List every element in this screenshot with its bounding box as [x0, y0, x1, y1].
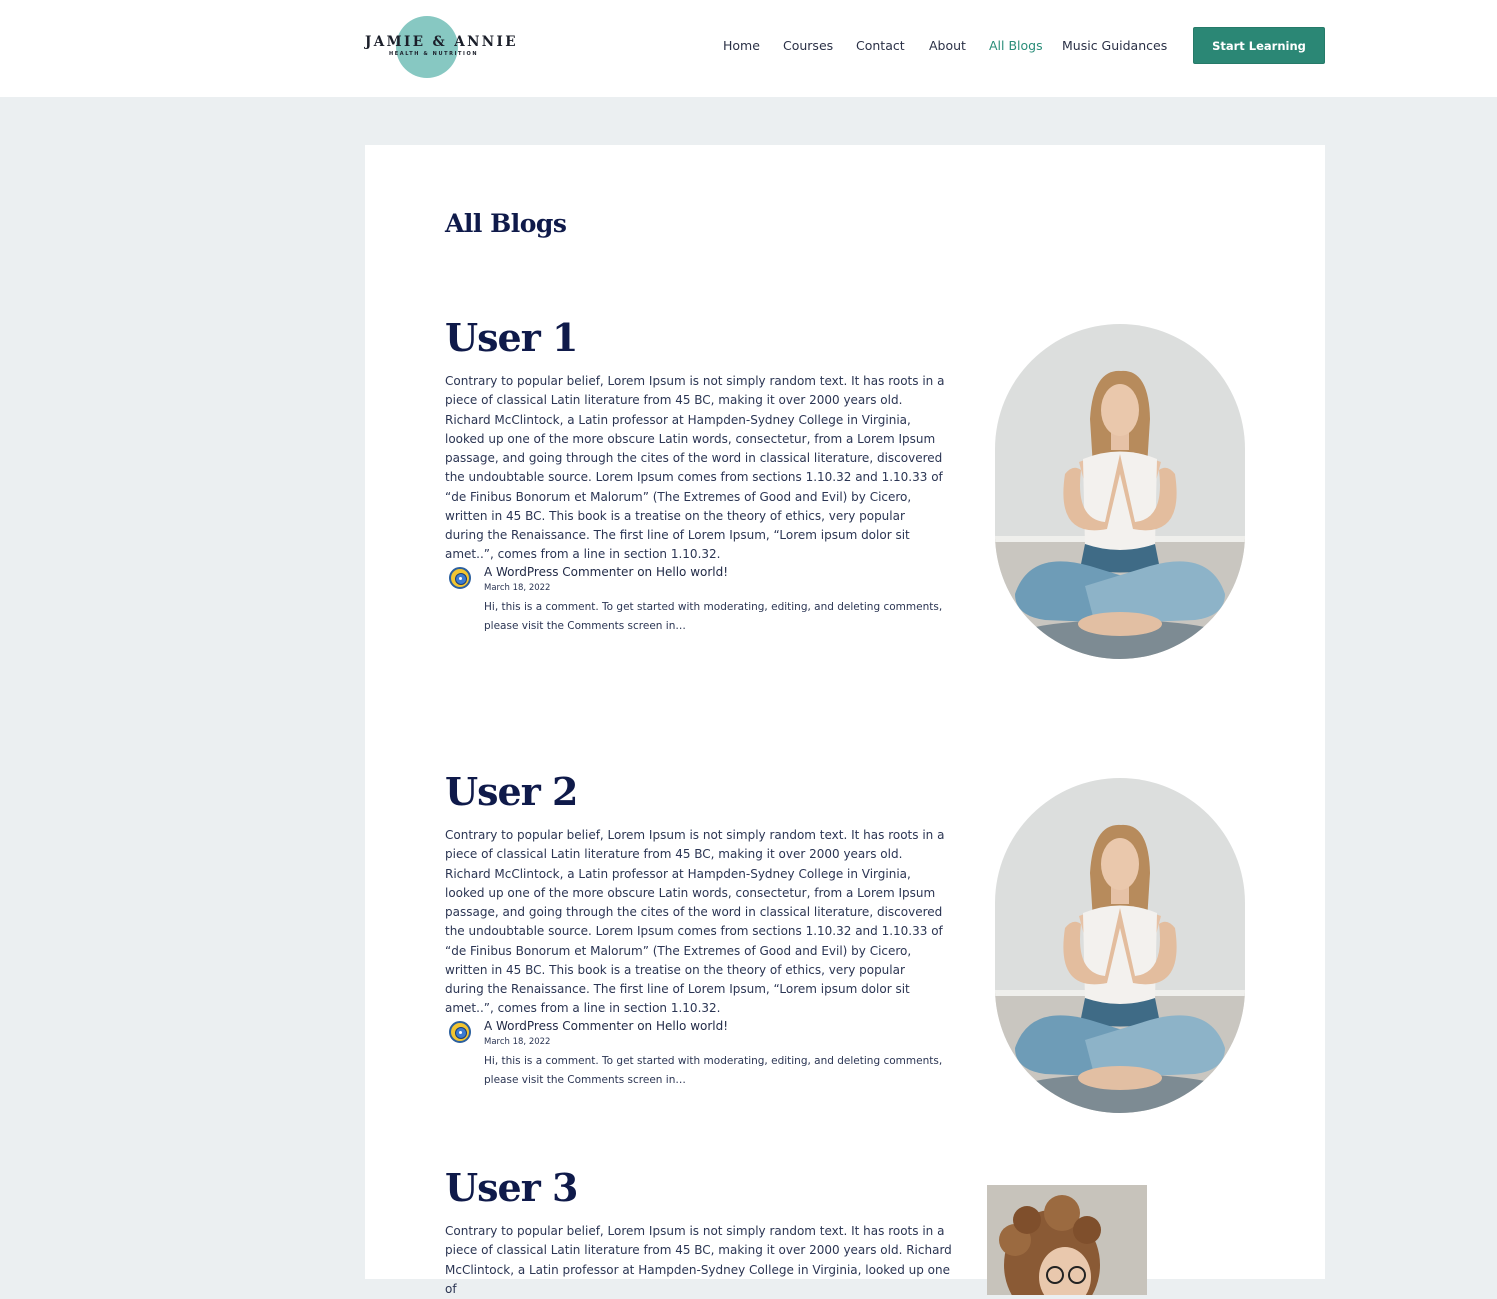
start-learning-button[interactable]: Start Learning: [1193, 27, 1325, 64]
post-title[interactable]: User 3: [445, 1165, 578, 1210]
comment-header: A WordPress Commenter on Hello world!: [484, 1019, 728, 1033]
post-body: Contrary to popular belief, Lorem Ipsum …: [445, 828, 945, 1016]
site-header: JAMIE & ANNIE HEALTH & NUTRITION Home Co…: [0, 0, 1497, 97]
blog-content-card: All Blogs User 1 Contrary to popular bel…: [365, 145, 1325, 1296]
post-title[interactable]: User 2: [445, 769, 578, 814]
logo-wordmark: JAMIE & ANNIE: [365, 34, 518, 50]
comment-connector: on: [637, 565, 653, 579]
nav-item-all-blogs[interactable]: All Blogs: [989, 38, 1043, 53]
post-image: [995, 324, 1245, 659]
comment-author-link[interactable]: A WordPress Commenter: [484, 565, 633, 579]
post-image: [995, 778, 1245, 1113]
nav-item-home[interactable]: Home: [723, 38, 760, 53]
yoga-woman-photo-icon: [995, 778, 1245, 1113]
comment-post-link[interactable]: Hello world!: [656, 565, 728, 579]
post-title[interactable]: User 1: [445, 315, 578, 360]
page-title: All Blogs: [445, 209, 567, 238]
nav-item-courses[interactable]: Courses: [783, 38, 833, 53]
nav-item-contact[interactable]: Contact: [856, 38, 905, 53]
nav-item-about[interactable]: About: [929, 38, 966, 53]
comment-date: March 18, 2022: [484, 1037, 551, 1047]
logo-tagline: HEALTH & NUTRITION: [389, 51, 479, 57]
comment-date: March 18, 2022: [484, 583, 551, 593]
comment-excerpt: Hi, this is a comment. To get started wi…: [484, 1055, 943, 1086]
post-body: Contrary to popular belief, Lorem Ipsum …: [445, 1224, 952, 1296]
comment-header: A WordPress Commenter on Hello world!: [484, 565, 728, 579]
post-body: Contrary to popular belief, Lorem Ipsum …: [445, 374, 945, 562]
comment-connector: on: [637, 1019, 653, 1033]
commenter-avatar-icon: [449, 1021, 471, 1043]
comment-excerpt: Hi, this is a comment. To get started wi…: [484, 601, 943, 632]
nav-item-music-guidances[interactable]: Music Guidances: [1062, 38, 1167, 53]
comment-author-link[interactable]: A WordPress Commenter: [484, 1019, 633, 1033]
comment-post-link[interactable]: Hello world!: [656, 1019, 728, 1033]
brand-logo[interactable]: JAMIE & ANNIE HEALTH & NUTRITION: [365, 14, 518, 78]
yoga-woman-photo-icon: [995, 324, 1245, 659]
commenter-avatar-icon: [449, 567, 471, 589]
